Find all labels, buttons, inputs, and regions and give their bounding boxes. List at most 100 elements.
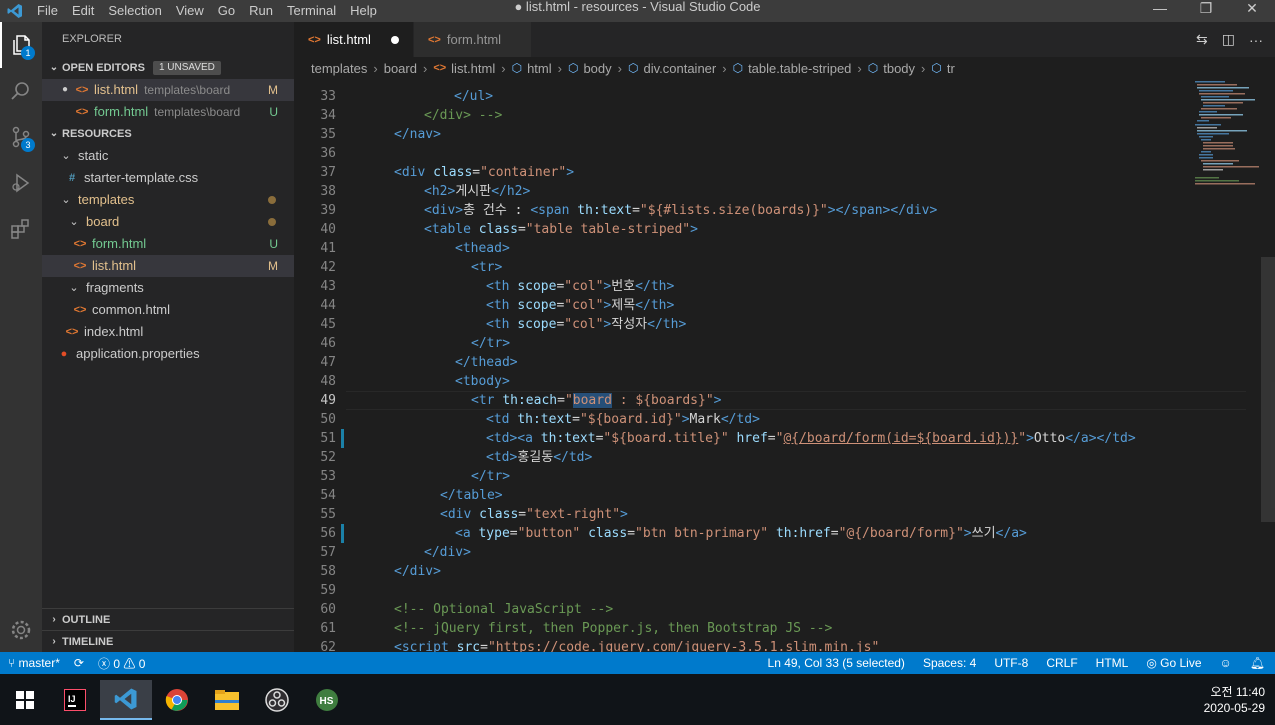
activity-bar: 1 3 (0, 22, 42, 652)
close-icon[interactable]: ✕ (1229, 0, 1275, 22)
breadcrumb-item[interactable]: html (527, 61, 552, 76)
breadcrumb-item[interactable]: board (384, 61, 417, 76)
chevron-right-icon: › (557, 60, 562, 76)
chrome-app-icon[interactable] (152, 680, 202, 720)
hs-app-icon[interactable]: HS (302, 680, 352, 720)
open-editors-header[interactable]: ⌄ OPEN EDITORS 1 UNSAVED (42, 57, 294, 79)
breadcrumb-item[interactable]: table.table-striped (748, 61, 851, 76)
indentation[interactable]: Spaces: 4 (923, 656, 976, 670)
problems-status[interactable]: ⓧ 0 ⚠ 0 (98, 655, 145, 672)
vertical-scrollbar[interactable] (1261, 257, 1275, 522)
code-line: 56 <a type="button" class="btn btn-primar… (294, 524, 1184, 543)
code-text: </nav> (394, 127, 441, 142)
outline-header[interactable]: › OUTLINE (42, 608, 294, 630)
clock[interactable]: 오전 11:40 2020-05-29 (1204, 684, 1265, 716)
chevron-right-icon: › (422, 60, 428, 76)
title-bar: File Edit Selection View Go Run Terminal… (0, 0, 1275, 22)
css-file-icon: # (68, 172, 76, 184)
tab-list-html[interactable]: <> list.html (294, 22, 414, 57)
feedback-icon[interactable]: ☺ (1220, 656, 1232, 670)
more-actions-icon[interactable]: ··· (1249, 32, 1263, 48)
chevron-right-icon: › (921, 60, 926, 76)
file-explorer-app-icon[interactable] (202, 680, 252, 720)
code-line: 55 <div class="text-right"> (294, 505, 1184, 524)
element-icon: ⬡ (931, 61, 942, 75)
breadcrumb-item[interactable]: tbody (883, 61, 915, 76)
menu-go[interactable]: Go (211, 0, 242, 22)
timeline-header[interactable]: › TIMELINE (42, 630, 294, 652)
vscode-logo-icon (0, 0, 30, 22)
breadcrumb-item[interactable]: body (583, 61, 611, 76)
breadcrumb-item[interactable]: tr (947, 61, 955, 76)
notifications-bell-icon[interactable]: 🔔︎ (1250, 656, 1265, 670)
code-text: "@{/board/form}" (838, 526, 964, 541)
resources-header[interactable]: ⌄ RESOURCES (42, 123, 294, 145)
unsaved-dot-icon[interactable] (391, 35, 399, 44)
menu-file[interactable]: File (30, 0, 65, 22)
code-line: 41 <thead> (294, 239, 1184, 258)
untracked-status: U (269, 105, 278, 119)
intellij-app-icon[interactable]: IJ (50, 680, 100, 720)
unsaved-dot-icon[interactable]: ● (62, 79, 74, 101)
menu-run[interactable]: Run (242, 0, 280, 22)
restore-icon[interactable]: ❐ (1183, 0, 1229, 22)
encoding[interactable]: UTF-8 (994, 656, 1028, 670)
menu-selection[interactable]: Selection (101, 0, 168, 22)
tree-file-css[interactable]: # starter-template.css (42, 167, 294, 189)
manage-activity[interactable] (0, 618, 42, 642)
selected-text: board (572, 393, 612, 408)
tree-file-index[interactable]: <> index.html (42, 321, 294, 343)
tree-folder-static[interactable]: ⌄ static (42, 145, 294, 167)
open-editor-form-html[interactable]: <> form.html templates\board U (42, 101, 294, 123)
menu-terminal[interactable]: Terminal (280, 0, 343, 22)
breadcrumb-item[interactable]: templates (311, 61, 367, 76)
minimap[interactable] (1191, 79, 1261, 652)
code-line: 52 <td>홍길동</td> (294, 448, 1184, 467)
compare-changes-icon[interactable]: ⇆ (1196, 31, 1208, 48)
tree-label: starter-template.css (84, 170, 199, 185)
line-ending[interactable]: CRLF (1046, 656, 1077, 670)
element-icon: ⬡ (732, 61, 744, 75)
cursor-position[interactable]: Ln 49, Col 33 (5 selected) (768, 656, 905, 670)
breadcrumb-item[interactable]: div.container (643, 61, 716, 76)
breadcrumb-item[interactable]: list.html (451, 61, 495, 76)
tree-file-common[interactable]: <> common.html (42, 299, 294, 321)
tab-form-html[interactable]: <> form.html (414, 22, 532, 57)
menu-help[interactable]: Help (343, 0, 384, 22)
tree-folder-fragments[interactable]: ⌄ fragments (42, 277, 294, 299)
code-link[interactable]: @{/board/form(id=${board.id})} (783, 431, 1018, 446)
line-number: 43 (320, 279, 336, 294)
tree-file-form[interactable]: <> form.html U (42, 233, 294, 255)
search-activity[interactable] (0, 68, 42, 114)
tree-folder-templates[interactable]: ⌄ templates (42, 189, 294, 211)
tree-label: board (86, 214, 120, 229)
minimize-icon[interactable]: — (1137, 0, 1183, 22)
windows-start-icon[interactable] (0, 680, 50, 720)
modified-dot-icon (268, 218, 276, 226)
vscode-app-icon[interactable] (100, 679, 152, 720)
menu-view[interactable]: View (169, 0, 211, 22)
tree-file-properties[interactable]: ● application.properties (42, 343, 294, 365)
sync-icon[interactable]: ⟳ (74, 656, 84, 670)
obs-app-icon[interactable] (252, 680, 302, 720)
menu-edit[interactable]: Edit (65, 0, 101, 22)
code-editor[interactable]: 33 </ul> 34 </div> --> 35 </nav> 36 37 <div … (294, 79, 1275, 652)
html-file-icon: <> (433, 62, 447, 74)
chevron-down-icon: ⌄ (61, 150, 71, 162)
code-text: 게시판 (455, 184, 492, 199)
go-live-button[interactable]: ◎ Go Live (1146, 656, 1201, 670)
open-editor-list-html[interactable]: ● <> list.html templates\board M (42, 79, 294, 101)
source-control-activity[interactable]: 3 (0, 114, 42, 160)
tree-folder-board[interactable]: ⌄ board (42, 211, 294, 233)
run-activity[interactable] (0, 160, 42, 206)
chevron-right-icon: › (52, 635, 56, 647)
explorer-activity[interactable]: 1 (0, 22, 42, 68)
explorer-sidebar: EXPLORER ⌄ OPEN EDITORS 1 UNSAVED ● <> l… (42, 22, 294, 652)
modified-status: M (268, 259, 278, 273)
tree-file-list[interactable]: <> list.html M (42, 255, 294, 277)
split-editor-icon[interactable]: ◫ (1222, 31, 1235, 48)
extensions-activity[interactable] (0, 206, 42, 252)
language-mode[interactable]: HTML (1096, 656, 1129, 670)
branch-status[interactable]: ⑂ master* (8, 656, 60, 670)
code-line: 35 </nav> (294, 125, 1184, 144)
